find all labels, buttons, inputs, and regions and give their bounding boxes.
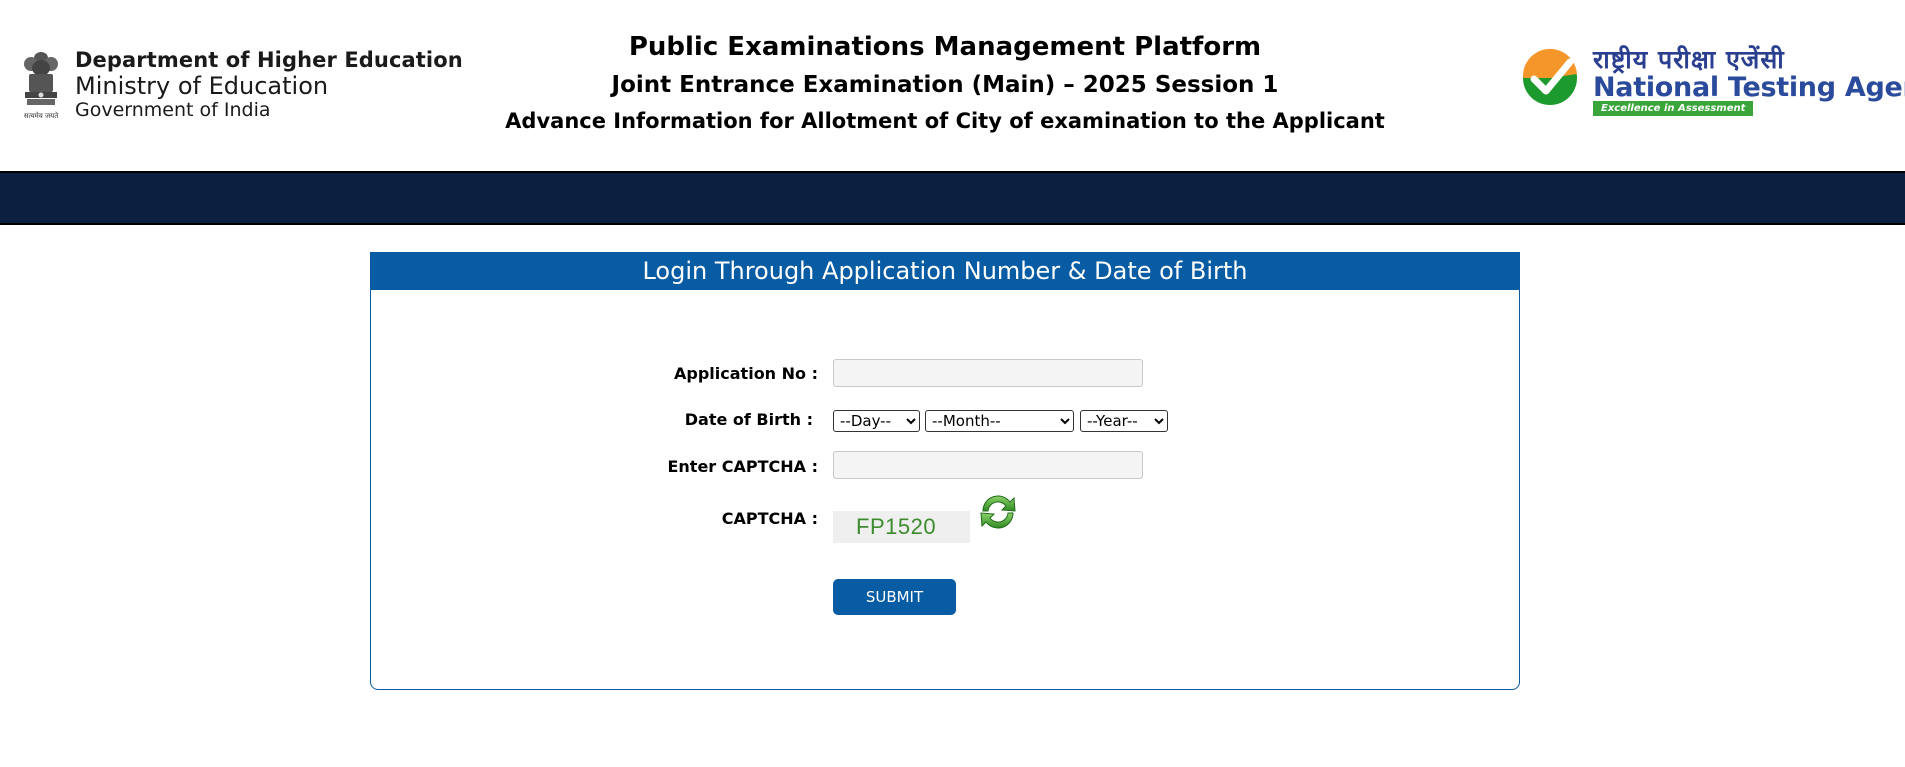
dob-year-select[interactable]: --Year-- xyxy=(1080,410,1168,432)
nta-english-name: National Testing Agency xyxy=(1593,72,1905,103)
login-panel-heading: Login Through Application Number & Date … xyxy=(371,253,1519,290)
nta-hindi-name: राष्ट्रीय परीक्षा एजेंसी xyxy=(1593,45,1785,74)
dob-month-select[interactable]: --Month-- xyxy=(925,410,1074,432)
page-header: सत्यमेव जयते Department of Higher Educat… xyxy=(0,0,1905,171)
captcha-noise: · · · xyxy=(839,529,861,543)
nta-branding: राष्ट्रीय परीक्षा एजेंसी National Testin… xyxy=(1520,44,1905,119)
application-number-label: Application No : xyxy=(674,364,818,383)
nta-checkmark-logo xyxy=(1522,48,1577,105)
application-number-input[interactable] xyxy=(833,359,1143,387)
dob-day-select[interactable]: --Day-- xyxy=(833,410,920,432)
refresh-icon[interactable] xyxy=(977,491,1019,533)
captcha-text: FP1520 xyxy=(856,514,937,539)
enter-captcha-label: Enter CAPTCHA : xyxy=(667,457,818,476)
nta-tagline: Excellence in Assessment xyxy=(1593,101,1754,116)
captcha-image: · · · FP1520 xyxy=(833,511,970,543)
captcha-label: CAPTCHA : xyxy=(721,509,818,528)
date-of-birth-label: Date of Birth : xyxy=(684,410,813,429)
captcha-input[interactable] xyxy=(833,451,1143,479)
top-navbar xyxy=(0,171,1905,225)
submit-button[interactable]: SUBMIT xyxy=(833,579,956,615)
